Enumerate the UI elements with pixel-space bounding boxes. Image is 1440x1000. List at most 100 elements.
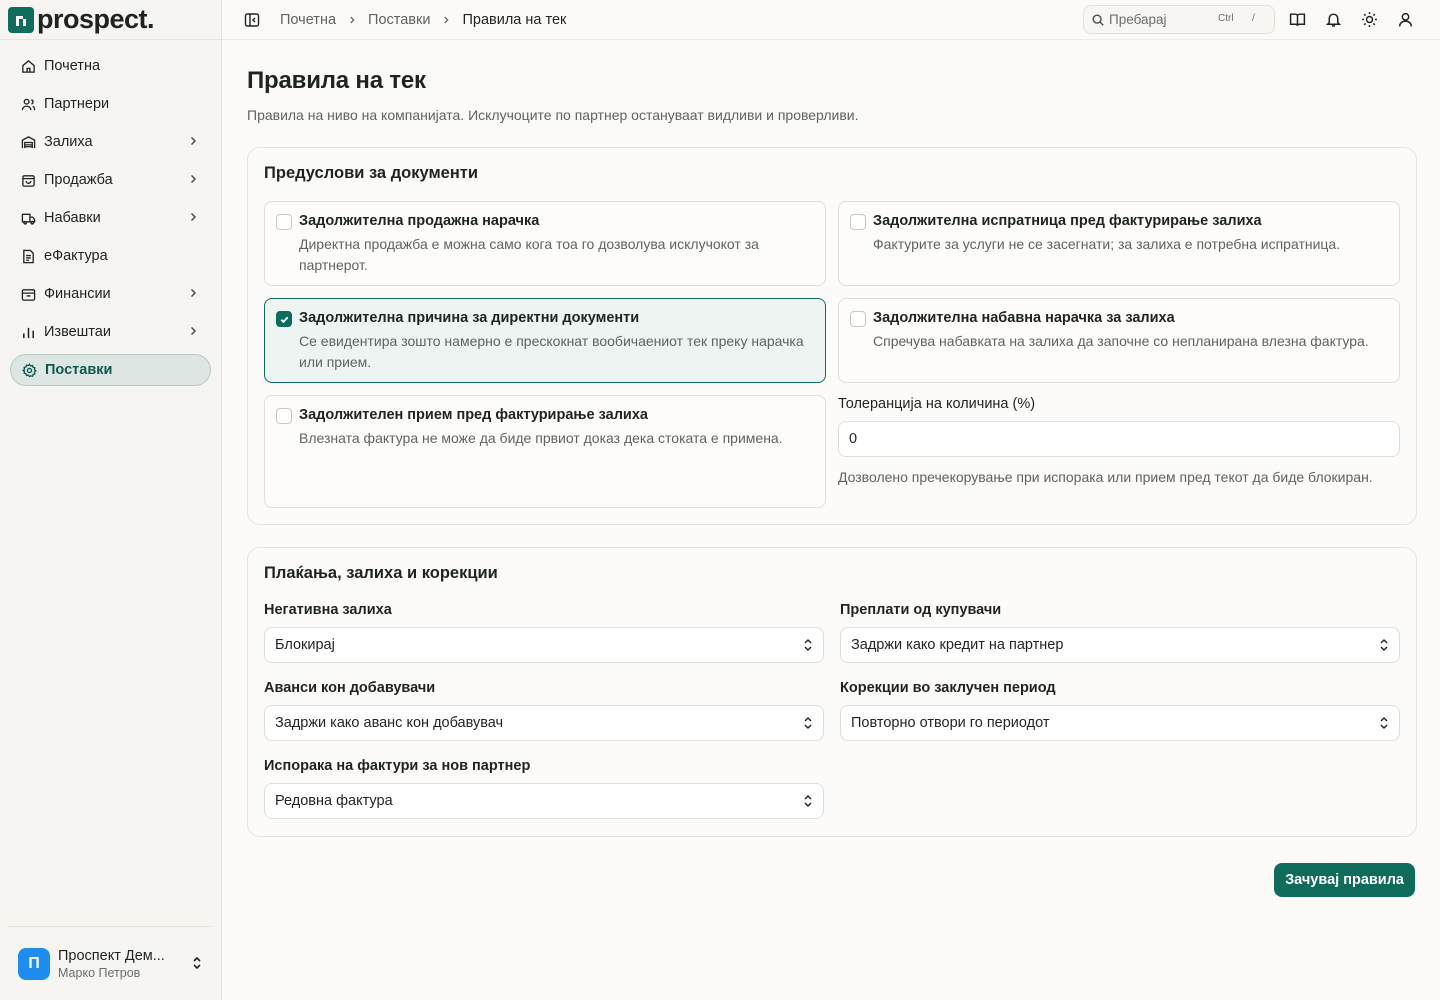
chevron-right-icon (187, 173, 199, 189)
option-receipt-required[interactable]: Задолжителен прием пред фактурирање зали… (264, 395, 826, 508)
select-negative-stock[interactable]: Блокирај (264, 627, 824, 663)
tolerance-help: Дозволено пречекорување при испорака или… (838, 469, 1373, 485)
search-input[interactable]: Пребарај Ctrl / (1083, 5, 1275, 34)
sidebar-item-einvoice[interactable]: еФактура (10, 240, 211, 272)
sidebar-item-label: Извештаи (44, 324, 111, 340)
prerequisites-card: Предуслови за документи Задолжителна про… (247, 147, 1417, 525)
field-new-partner-invoices: Испорака на фактури за нов партнер Редов… (264, 758, 824, 819)
main-area: Почетна Поставки Правила на тек Пребарај… (222, 0, 1440, 1000)
field-label: Испорака на фактури за нов партнер (264, 758, 531, 774)
option-direct-reason-required[interactable]: Задолжителна причина за директни докумен… (264, 298, 826, 383)
field-label: Преплати од купувачи (840, 602, 1002, 618)
sidebar-item-settings[interactable]: Поставки (10, 354, 211, 386)
sidebar-item-inventory[interactable]: Залиха (10, 126, 211, 158)
checkbox[interactable] (276, 408, 292, 424)
select-closed-period-corrections[interactable]: Повторно отвори го периодот (840, 705, 1400, 741)
option-purchase-order-required[interactable]: Задолжителна набавна нарачка за залиха С… (838, 298, 1400, 383)
breadcrumb-home[interactable]: Почетна (280, 12, 336, 28)
sidebar-item-label: Залиха (44, 134, 93, 150)
sidebar-item-partners[interactable]: Партнери (10, 88, 211, 120)
chevrons-up-down-icon (803, 638, 813, 656)
checkbox[interactable] (850, 214, 866, 230)
sidebar-item-label: Набавки (44, 210, 101, 226)
card-title: Плаќања, залиха и корекции (264, 564, 498, 582)
field-label: Корекции во заклучен период (840, 680, 1056, 696)
page-content: Правила на тек Правила на ниво на компан… (222, 67, 1440, 837)
chevrons-up-down-icon (1379, 716, 1389, 734)
option-title: Задолжителна причина за директни докумен… (299, 310, 640, 326)
shopping-bag-icon (20, 172, 36, 188)
checkbox-checked[interactable] (276, 311, 292, 327)
user-icon[interactable] (1397, 11, 1414, 31)
user-switcher[interactable]: П Проспект Дем... Марко Петров (8, 926, 211, 1000)
select-supplier-advances[interactable]: Задржи како аванс кон добавувач (264, 705, 824, 741)
sidebar-item-reports[interactable]: Извештаи (10, 316, 211, 348)
checkbox[interactable] (276, 214, 292, 230)
select-value: Редовна фактура (275, 793, 393, 809)
sidebar-item-home[interactable]: Почетна (10, 50, 211, 82)
brand-logo[interactable]: prospect. (0, 0, 221, 40)
field-closed-period-corrections: Корекции во заклучен период Повторно отв… (840, 680, 1400, 741)
payments-fields: Негативна залиха Блокирај Преплати од ку… (264, 602, 1400, 836)
topbar: Почетна Поставки Правила на тек Пребарај… (222, 0, 1440, 40)
warehouse-icon (20, 134, 36, 150)
gear-icon (21, 362, 37, 378)
field-label: Аванси кон добавувачи (264, 680, 436, 696)
option-description: Директна продажба е можна само кога тоа … (299, 236, 759, 273)
breadcrumb-current: Правила на тек (462, 11, 567, 28)
field-negative-stock: Негативна залиха Блокирај (264, 602, 824, 663)
payments-card: Плаќања, залиха и корекции Негативна зал… (247, 547, 1417, 837)
document-icon (20, 248, 36, 264)
checkbox[interactable] (850, 311, 866, 327)
home-icon (20, 58, 36, 74)
option-description: Спречува набавката на залиха да започне … (873, 333, 1369, 349)
tolerance-label: Толеранција на количина (%) (838, 396, 1036, 412)
chevrons-up-down-icon (1379, 638, 1389, 656)
select-value: Блокирај (275, 637, 335, 653)
book-icon[interactable] (1289, 11, 1306, 31)
select-customer-overpayments[interactable]: Задржи како кредит на партнер (840, 627, 1400, 663)
chevron-right-icon (187, 135, 199, 151)
sidebar-item-label: Продажба (44, 172, 113, 188)
page-title: Правила на тек (247, 67, 426, 94)
sidebar-toggle-icon[interactable] (244, 12, 260, 28)
sidebar-item-sales[interactable]: Продажба (10, 164, 211, 196)
card-title: Предуслови за документи (264, 164, 479, 182)
select-value: Задржи како аванс кон добавувач (275, 715, 504, 731)
option-title: Задолжителна набавна нарачка за залиха (873, 310, 1175, 326)
chevrons-up-down-icon (803, 716, 813, 734)
save-rules-button[interactable]: Зачувај правила (1274, 863, 1415, 897)
select-value: Задржи како кредит на партнер (851, 637, 1064, 653)
options-grid: Задолжителна продажна нарачка Директна п… (264, 201, 1400, 508)
chevron-right-icon (187, 211, 199, 227)
field-label: Негативна залиха (264, 602, 392, 618)
chevrons-up-down-icon (191, 955, 203, 974)
select-new-partner-invoices[interactable]: Редовна фактура (264, 783, 824, 819)
page-subtitle: Правила на ниво на компанијата. Исклучоц… (247, 107, 859, 123)
search-icon (1091, 13, 1105, 27)
option-delivery-note-required[interactable]: Задолжителна испратница пред фактурирање… (838, 201, 1400, 286)
bell-icon[interactable] (1325, 11, 1342, 31)
brand-name: prospect. (37, 4, 155, 34)
company-name: Проспект Дем... (58, 947, 165, 964)
option-sales-order-required[interactable]: Задолжителна продажна нарачка Директна п… (264, 201, 826, 286)
sidebar-item-label: Партнери (44, 96, 110, 112)
users-icon (20, 96, 36, 112)
option-title: Задолжителна продажна нарачка (299, 213, 540, 229)
option-title: Задолжителен прием пред фактурирање зали… (299, 407, 648, 423)
user-name: Марко Петров (58, 965, 141, 980)
shortcut-mod: Ctrl (1218, 13, 1234, 24)
option-description: Фактурите за услуги не се засегнати; за … (873, 236, 1341, 252)
option-title: Задолжителна испратница пред фактурирање… (873, 213, 1262, 229)
select-value: Повторно отвори го периодот (851, 715, 1050, 731)
logo-mark-icon (8, 6, 34, 33)
breadcrumb-settings[interactable]: Поставки (368, 12, 430, 28)
sun-icon[interactable] (1361, 11, 1378, 31)
chevron-right-icon (187, 287, 199, 303)
sidebar-item-finance[interactable]: Финансии (10, 278, 211, 310)
field-customer-overpayments: Преплати од купувачи Задржи како кредит … (840, 602, 1400, 663)
tolerance-input[interactable]: 0 (838, 421, 1400, 457)
sidebar-item-purchases[interactable]: Набавки (10, 202, 211, 234)
chevrons-up-down-icon (803, 794, 813, 812)
avatar: П (18, 947, 50, 980)
